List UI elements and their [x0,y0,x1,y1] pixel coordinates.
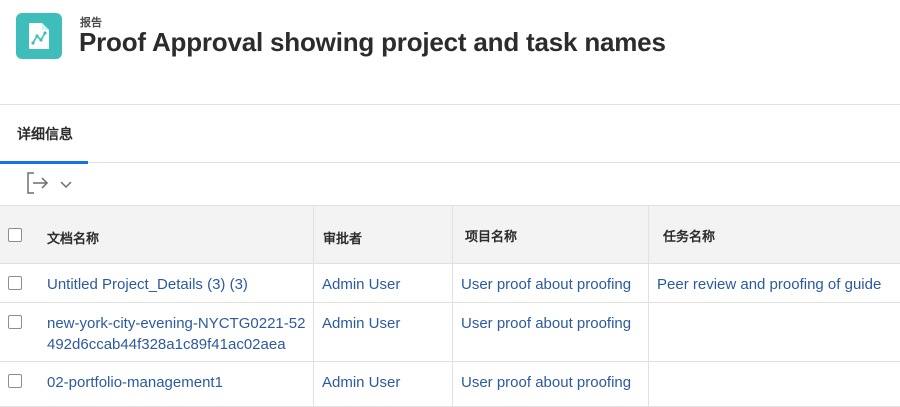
toolbar [0,164,900,205]
report-table: 文档名称 审批者 项目名称 任务名称 Untitled Project_Deta… [0,205,900,407]
row-select-cell [0,362,33,406]
task-cell [649,303,900,361]
document-link[interactable]: Untitled Project_Details (3) (3) [47,274,309,295]
page-title: Proof Approval showing project and task … [79,27,666,57]
tab-details-label: 详细信息 [17,126,73,142]
table-row: 02-portfolio-management1 Admin User User… [0,362,900,407]
column-header-approver[interactable]: 审批者 [314,206,453,263]
chevron-down-icon[interactable] [60,176,72,194]
table-row: Untitled Project_Details (3) (3) Admin U… [0,264,900,303]
row-select-cell [0,303,33,361]
document-cell: Untitled Project_Details (3) (3) [33,264,314,302]
column-header-label: 文档名称 [47,231,100,246]
tab-bar: 详细信息 [0,105,900,164]
approver-link[interactable]: Admin User [322,274,400,295]
approver-cell: Admin User [314,303,453,361]
page-header: 报告 Proof Approval showing project and ta… [0,0,900,105]
document-link[interactable]: new-york-city-evening-NYCTG0221-52492d6c… [47,313,309,355]
export-button[interactable] [20,170,84,200]
project-cell: User proof about proofing [453,303,649,361]
report-chart-icon [16,13,62,59]
column-header-task[interactable]: 任务名称 [649,206,900,263]
task-cell [649,362,900,406]
project-link[interactable]: User proof about proofing [461,372,631,393]
column-header-project[interactable]: 项目名称 [453,206,649,263]
project-cell: User proof about proofing [453,362,649,406]
approver-cell: Admin User [314,362,453,406]
column-header-document[interactable]: 文档名称 [33,206,314,263]
approver-cell: Admin User [314,264,453,302]
project-link[interactable]: User proof about proofing [461,313,631,334]
task-cell: Peer review and proofing of guide [649,264,900,302]
document-link[interactable]: 02-portfolio-management1 [47,372,309,393]
column-header-label: 任务名称 [663,229,716,244]
document-cell: 02-portfolio-management1 [33,362,314,406]
document-cell: new-york-city-evening-NYCTG0221-52492d6c… [33,303,314,361]
row-select-cell [0,264,33,302]
project-link[interactable]: User proof about proofing [461,274,631,295]
select-all-checkbox[interactable] [8,228,22,242]
project-cell: User proof about proofing [453,264,649,302]
table-header: 文档名称 审批者 项目名称 任务名称 [0,205,900,264]
row-checkbox[interactable] [8,315,22,329]
row-checkbox[interactable] [8,276,22,290]
column-header-label: 审批者 [323,231,363,246]
row-checkbox[interactable] [8,374,22,388]
task-link[interactable]: Peer review and proofing of guide [657,274,881,295]
column-header-label: 项目名称 [465,229,518,244]
tab-details[interactable]: 详细信息 [0,105,88,164]
approver-link[interactable]: Admin User [322,372,400,393]
export-icon [26,171,50,199]
approver-link[interactable]: Admin User [322,313,400,334]
table-row: new-york-city-evening-NYCTG0221-52492d6c… [0,303,900,362]
select-all-cell [0,206,33,263]
